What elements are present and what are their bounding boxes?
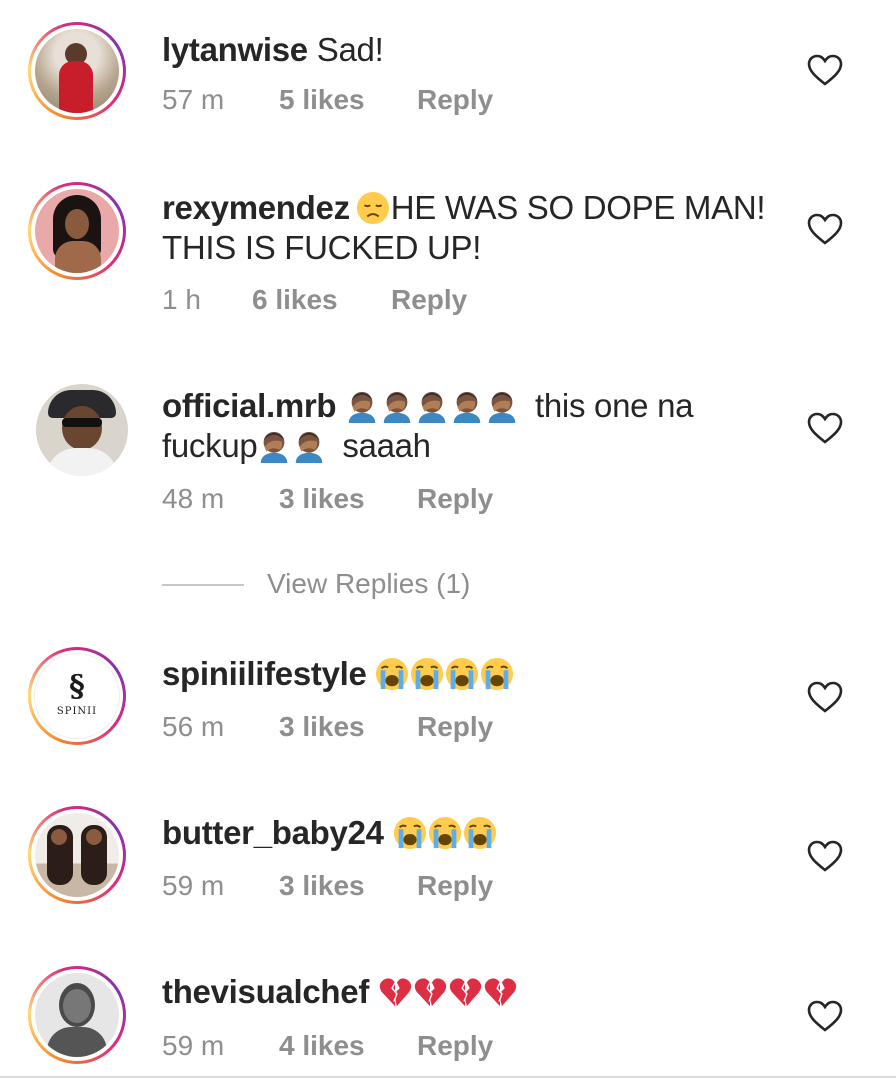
comment-username[interactable]: rexymendez (162, 189, 350, 226)
comment-username[interactable]: spiniilifestyle (162, 655, 367, 692)
divider (0, 1076, 896, 1078)
loudly-crying-face-emoji (445, 657, 479, 691)
reply-button[interactable]: Reply (391, 282, 467, 318)
man-facepalming-emoji (415, 389, 449, 423)
comment-username[interactable]: thevisualchef (162, 973, 369, 1010)
divider (162, 584, 244, 586)
comment-likes[interactable]: 4 likes (279, 1028, 365, 1064)
broken-heart-emoji (483, 975, 517, 1009)
comment-likes[interactable]: 3 likes (279, 868, 365, 904)
broken-heart-emoji (413, 975, 447, 1009)
comment-username[interactable]: lytanwise (162, 31, 308, 68)
avatar[interactable] (28, 22, 126, 120)
avatar[interactable] (36, 384, 128, 476)
reply-button[interactable]: Reply (417, 709, 493, 745)
reply-button[interactable]: Reply (417, 1028, 493, 1064)
avatar[interactable] (28, 182, 126, 280)
heart-outline-icon[interactable] (806, 680, 844, 714)
avatar-logo-text: SPINII (56, 706, 98, 717)
comment-time: 59 m (162, 1030, 225, 1061)
heart-outline-icon[interactable] (806, 999, 844, 1033)
reply-button[interactable]: Reply (417, 868, 493, 904)
avatar[interactable]: § SPINII (28, 647, 126, 745)
comment-text: HE WAS SO DOPE MAN! (390, 189, 766, 226)
comment-time: 59 m (162, 870, 225, 901)
comment-username[interactable]: butter_baby24 (162, 814, 384, 851)
man-facepalming-emoji (257, 429, 291, 463)
comment-likes[interactable]: 6 likes (252, 282, 338, 318)
loudly-crying-face-emoji (480, 657, 514, 691)
comment-likes[interactable]: 3 likes (279, 709, 365, 745)
heart-outline-icon[interactable] (806, 411, 844, 445)
man-facepalming-emoji (485, 389, 519, 423)
man-facepalming-emoji (380, 389, 414, 423)
reply-button[interactable]: Reply (417, 82, 493, 118)
comment-time: 48 m (162, 483, 225, 514)
comment-username[interactable]: official.mrb (162, 387, 337, 424)
loudly-crying-face-emoji (463, 816, 497, 850)
comment-time: 57 m (162, 84, 225, 115)
comment-time: 56 m (162, 711, 225, 742)
loudly-crying-face-emoji (393, 816, 427, 850)
reply-button[interactable]: Reply (417, 481, 493, 517)
avatar[interactable] (28, 966, 126, 1064)
man-facepalming-emoji (450, 389, 484, 423)
comment-text-line2b: saaah (342, 427, 431, 464)
heart-outline-icon[interactable] (806, 839, 844, 873)
comment-text: this one na (535, 387, 694, 424)
view-replies-label[interactable]: View Replies (1) (267, 566, 470, 602)
heart-outline-icon[interactable] (806, 53, 844, 87)
comment-time: 1 h (162, 284, 201, 315)
loudly-crying-face-emoji (428, 816, 462, 850)
view-replies-button[interactable]: View Replies (1) (162, 566, 562, 602)
heart-outline-icon[interactable] (806, 212, 844, 246)
avatar[interactable] (28, 806, 126, 904)
man-facepalming-emoji (292, 429, 326, 463)
comment-likes[interactable]: 3 likes (279, 481, 365, 517)
comment-text: Sad! (316, 31, 384, 68)
loudly-crying-face-emoji (410, 657, 444, 691)
comment-text-line2: fuckup (162, 427, 258, 464)
broken-heart-emoji (378, 975, 412, 1009)
comment-likes[interactable]: 5 likes (279, 82, 365, 118)
man-facepalming-emoji (345, 389, 379, 423)
broken-heart-emoji (448, 975, 482, 1009)
loudly-crying-face-emoji (375, 657, 409, 691)
comment-text-line2: THIS IS FUCKED UP! (162, 229, 482, 266)
disappointed-face-emoji (356, 191, 390, 225)
